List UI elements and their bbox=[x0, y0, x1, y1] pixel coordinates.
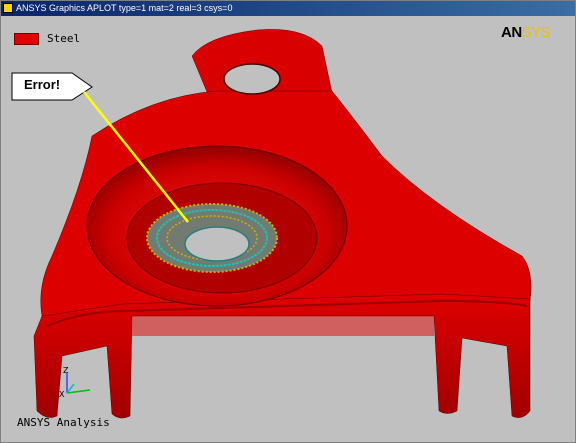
bracket-part bbox=[33, 29, 532, 419]
legend-label: Steel bbox=[47, 32, 81, 45]
triad-x-label: X bbox=[59, 390, 65, 399]
legend-swatch bbox=[14, 33, 39, 45]
graphics-canvas[interactable]: Z X Steel ANSYS Error! ANSYS Analysis bbox=[2, 16, 574, 442]
coordinate-triad: Z X bbox=[59, 366, 91, 399]
model-viewport: Z X bbox=[11, 29, 532, 419]
triad-z-label: Z bbox=[63, 366, 69, 375]
window-title: ANSYS Graphics APLOT type=1 mat=2 real=3… bbox=[16, 3, 233, 13]
ansys-logo: ANSYS bbox=[501, 24, 551, 41]
center-hole bbox=[184, 226, 250, 262]
ansys-graphics-window: ANSYS Graphics APLOT type=1 mat=2 real=3… bbox=[0, 0, 576, 443]
title-bar[interactable]: ANSYS Graphics APLOT type=1 mat=2 real=3… bbox=[1, 1, 575, 16]
app-icon bbox=[3, 3, 13, 13]
callout-text: Error! bbox=[24, 77, 61, 92]
analysis-title: ANSYS Analysis bbox=[17, 416, 110, 429]
lug-hole bbox=[223, 63, 281, 95]
